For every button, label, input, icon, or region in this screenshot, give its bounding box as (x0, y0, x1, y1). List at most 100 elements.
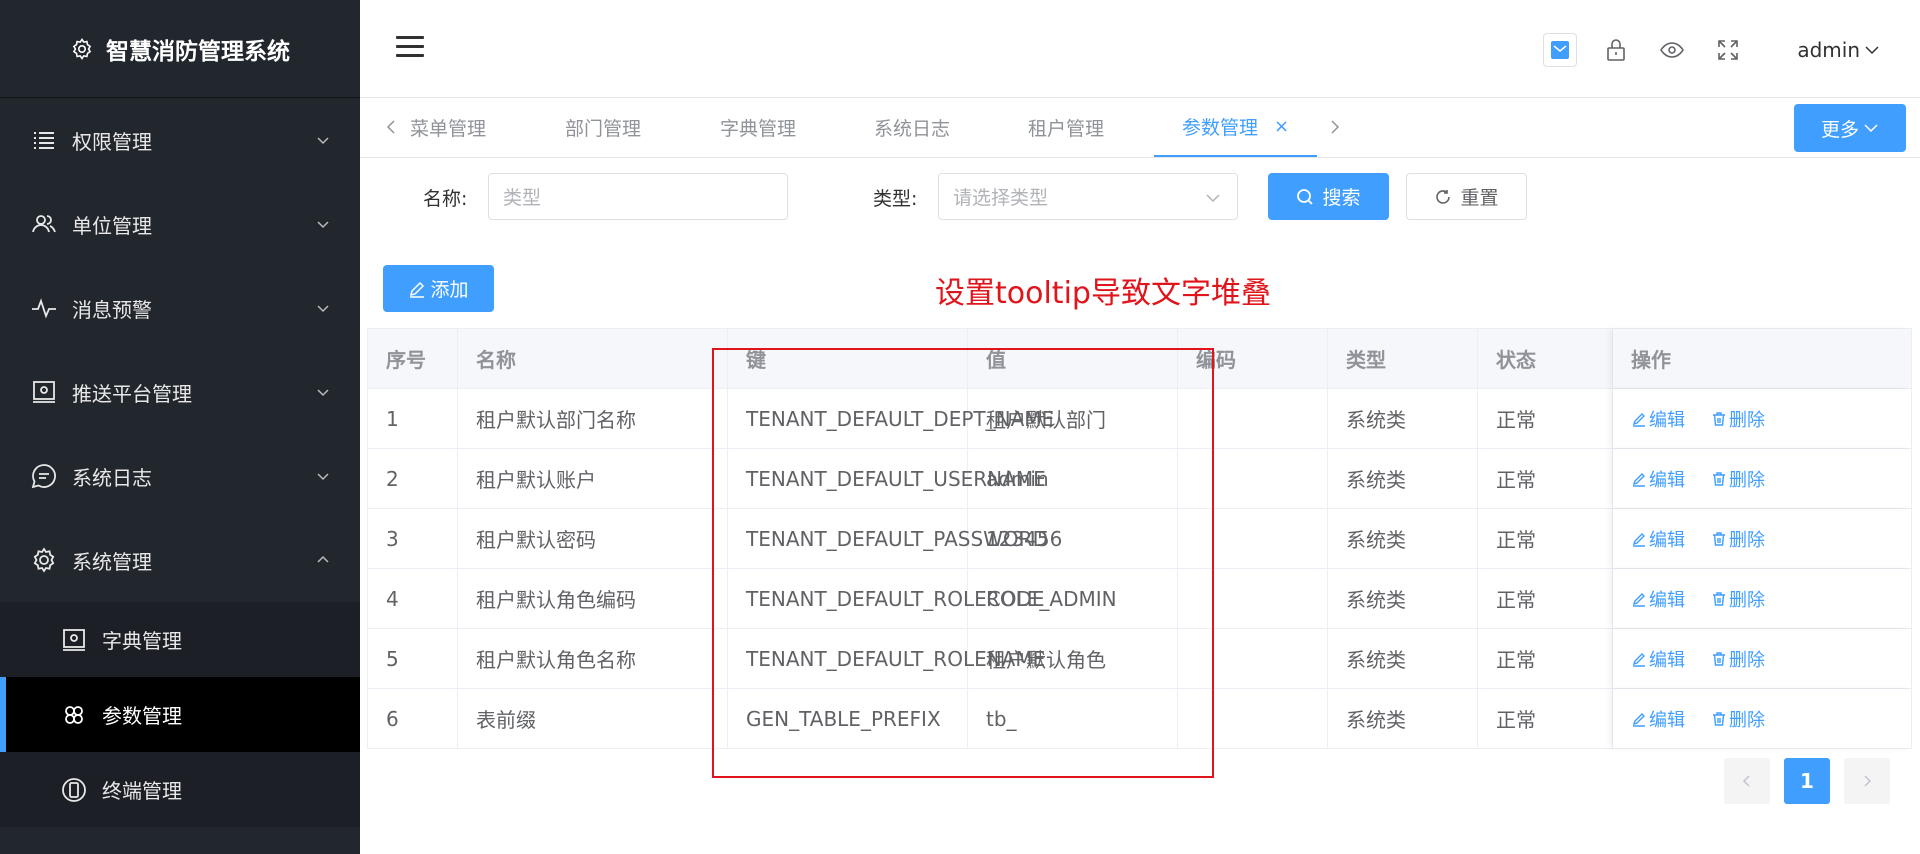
table-header: 序号 名称 键 值 编码 类型 状态 操作 (368, 329, 1911, 388)
sidebar-item-dictionary[interactable]: 字典管理 (0, 602, 360, 677)
sidebar-item-unit[interactable]: 单位管理 (0, 182, 360, 266)
edit-button[interactable]: 编辑 (1631, 406, 1685, 432)
name-input[interactable]: 类型 (488, 173, 788, 220)
sidebar-item-label: 消息预警 (72, 297, 152, 322)
delete-button[interactable]: 删除 (1711, 646, 1765, 672)
table-row[interactable]: 5 租户默认角色名称 TENANT_DEFAULT_ROLENAME 租户默认角… (368, 628, 1911, 688)
delete-label: 删除 (1729, 589, 1765, 611)
delete-button[interactable]: 删除 (1711, 586, 1765, 612)
type-select[interactable]: 请选择类型 (938, 173, 1238, 220)
mail-icon[interactable] (1543, 33, 1578, 67)
sidebar-item-alert[interactable]: 消息预警 (0, 266, 360, 350)
cell-status: 正常 (1478, 449, 1613, 508)
eye-icon[interactable] (1655, 33, 1689, 67)
delete-button[interactable]: 删除 (1711, 466, 1765, 492)
reset-button-label: 重置 (1460, 187, 1499, 209)
tab-menu[interactable]: 菜单管理 (410, 98, 486, 157)
edit-button[interactable]: 编辑 (1631, 646, 1685, 672)
trash-icon (1713, 651, 1725, 666)
chevron-down-icon (1206, 194, 1220, 203)
cell-key: TENANT_DEFAULT_PASSWORD (728, 509, 1048, 568)
edit-label: 编辑 (1649, 409, 1685, 431)
trash-icon (1713, 711, 1725, 726)
search-button[interactable]: 搜索 (1268, 173, 1389, 220)
search-form: 名称: 类型 类型: 请选择类型 搜索 重置 (360, 170, 1920, 222)
tab-label: 参数管理 (1182, 117, 1259, 139)
cell-name: 租户默认账户 (458, 449, 728, 508)
tab-dictionary[interactable]: 字典管理 (720, 98, 796, 157)
tab-tenant[interactable]: 租户管理 (1028, 98, 1104, 157)
cell-type: 系统类 (1328, 569, 1478, 628)
edit-button[interactable]: 编辑 (1631, 466, 1685, 492)
cell-value: ROLE_ADMIN (968, 569, 1178, 628)
page-button[interactable]: 1 (1784, 758, 1830, 804)
add-button[interactable]: 添加 (383, 265, 494, 312)
chevron-left-icon[interactable] (382, 118, 400, 136)
tab-label: 字典管理 (720, 118, 797, 140)
sidebar-item-permission[interactable]: 权限管理 (0, 98, 360, 182)
prev-page-button[interactable] (1724, 758, 1770, 804)
cell-value: 租户默认角色 (968, 629, 1178, 688)
edit-button[interactable]: 编辑 (1631, 706, 1685, 732)
name-input-placeholder: 类型 (503, 187, 542, 209)
cell-status: 正常 (1478, 509, 1613, 568)
table-row[interactable]: 1 租户默认部门名称 TENANT_DEFAULT_DEPT_NAME 租户默认… (368, 388, 1911, 448)
cell-status: 正常 (1478, 689, 1613, 748)
table-row[interactable]: 6 表前缀 GEN_TABLE_PREFIX tb_ 系统类 正常 编辑 删除 (368, 688, 1911, 748)
tab-label: 租户管理 (1028, 118, 1105, 140)
type-select-placeholder: 请选择类型 (953, 187, 1049, 209)
user-menu[interactable]: admin (1797, 38, 1880, 62)
phone-icon (60, 776, 88, 804)
sidebar-item-terminal[interactable]: 终端管理 (0, 752, 360, 827)
delete-label: 删除 (1729, 469, 1765, 491)
delete-label: 删除 (1729, 529, 1765, 551)
table-row[interactable]: 2 租户默认账户 TENANT_DEFAULT_USERNAME admin 系… (368, 448, 1911, 508)
next-page-button[interactable] (1844, 758, 1890, 804)
chevron-right-icon[interactable] (1326, 118, 1344, 136)
system-management-submenu: 字典管理 参数管理 终端管理 (0, 602, 360, 827)
delete-button[interactable]: 删除 (1711, 526, 1765, 552)
more-button[interactable]: 更多 (1794, 104, 1906, 152)
lock-icon[interactable] (1599, 33, 1633, 67)
delete-button[interactable]: 删除 (1711, 706, 1765, 732)
edit-icon (1632, 472, 1645, 487)
delete-label: 删除 (1729, 409, 1765, 431)
cell-type: 系统类 (1328, 629, 1478, 688)
cell-key: TENANT_DEFAULT_DEPT_NAME (728, 389, 1054, 448)
sidebar-item-system-log[interactable]: 系统日志 (0, 434, 360, 518)
cell-status: 正常 (1478, 569, 1613, 628)
trash-icon (1713, 591, 1725, 606)
sidebar-item-label: 参数管理 (102, 704, 182, 728)
table-row[interactable]: 3 租户默认密码 TENANT_DEFAULT_PASSWORD 123456 … (368, 508, 1911, 568)
edit-button[interactable]: 编辑 (1631, 586, 1685, 612)
more-button-label: 更多 (1820, 118, 1859, 141)
cell-actions: 编辑 删除 (1613, 509, 1911, 568)
tab-system-log[interactable]: 系统日志 (874, 98, 950, 157)
sidebar-item-parameters[interactable]: 参数管理 (0, 677, 360, 752)
trash-icon (1713, 411, 1725, 426)
header-cell: 类型 (1328, 329, 1478, 388)
tab-parameters[interactable]: 参数管理 × (1154, 98, 1318, 157)
reset-button[interactable]: 重置 (1406, 173, 1527, 220)
table-row[interactable]: 4 租户默认角色编码 TENANT_DEFAULT_ROLECODE ROLE_… (368, 568, 1911, 628)
trash-icon (1713, 531, 1725, 546)
chevron-down-icon (317, 137, 329, 145)
close-icon[interactable]: × (1274, 116, 1289, 137)
menu-toggle-icon[interactable] (396, 36, 424, 58)
cell-key: GEN_TABLE_PREFIX (728, 689, 968, 748)
fullscreen-icon[interactable] (1711, 33, 1745, 67)
cell-name: 租户默认角色编码 (458, 569, 728, 628)
sidebar-item-system-management[interactable]: 系统管理 (0, 518, 360, 602)
username: admin (1797, 38, 1860, 62)
cell-name: 租户默认部门名称 (458, 389, 728, 448)
header-cell: 操作 (1613, 329, 1911, 388)
tab-label: 菜单管理 (410, 118, 487, 140)
delete-button[interactable]: 删除 (1711, 406, 1765, 432)
cell-type: 系统类 (1328, 449, 1478, 508)
delete-label: 删除 (1729, 649, 1765, 671)
sidebar-item-push-platform[interactable]: 推送平台管理 (0, 350, 360, 434)
tab-department[interactable]: 部门管理 (565, 98, 641, 157)
edit-button[interactable]: 编辑 (1631, 526, 1685, 552)
cell-actions: 编辑 删除 (1613, 389, 1911, 448)
header-cell: 编码 (1178, 329, 1328, 388)
